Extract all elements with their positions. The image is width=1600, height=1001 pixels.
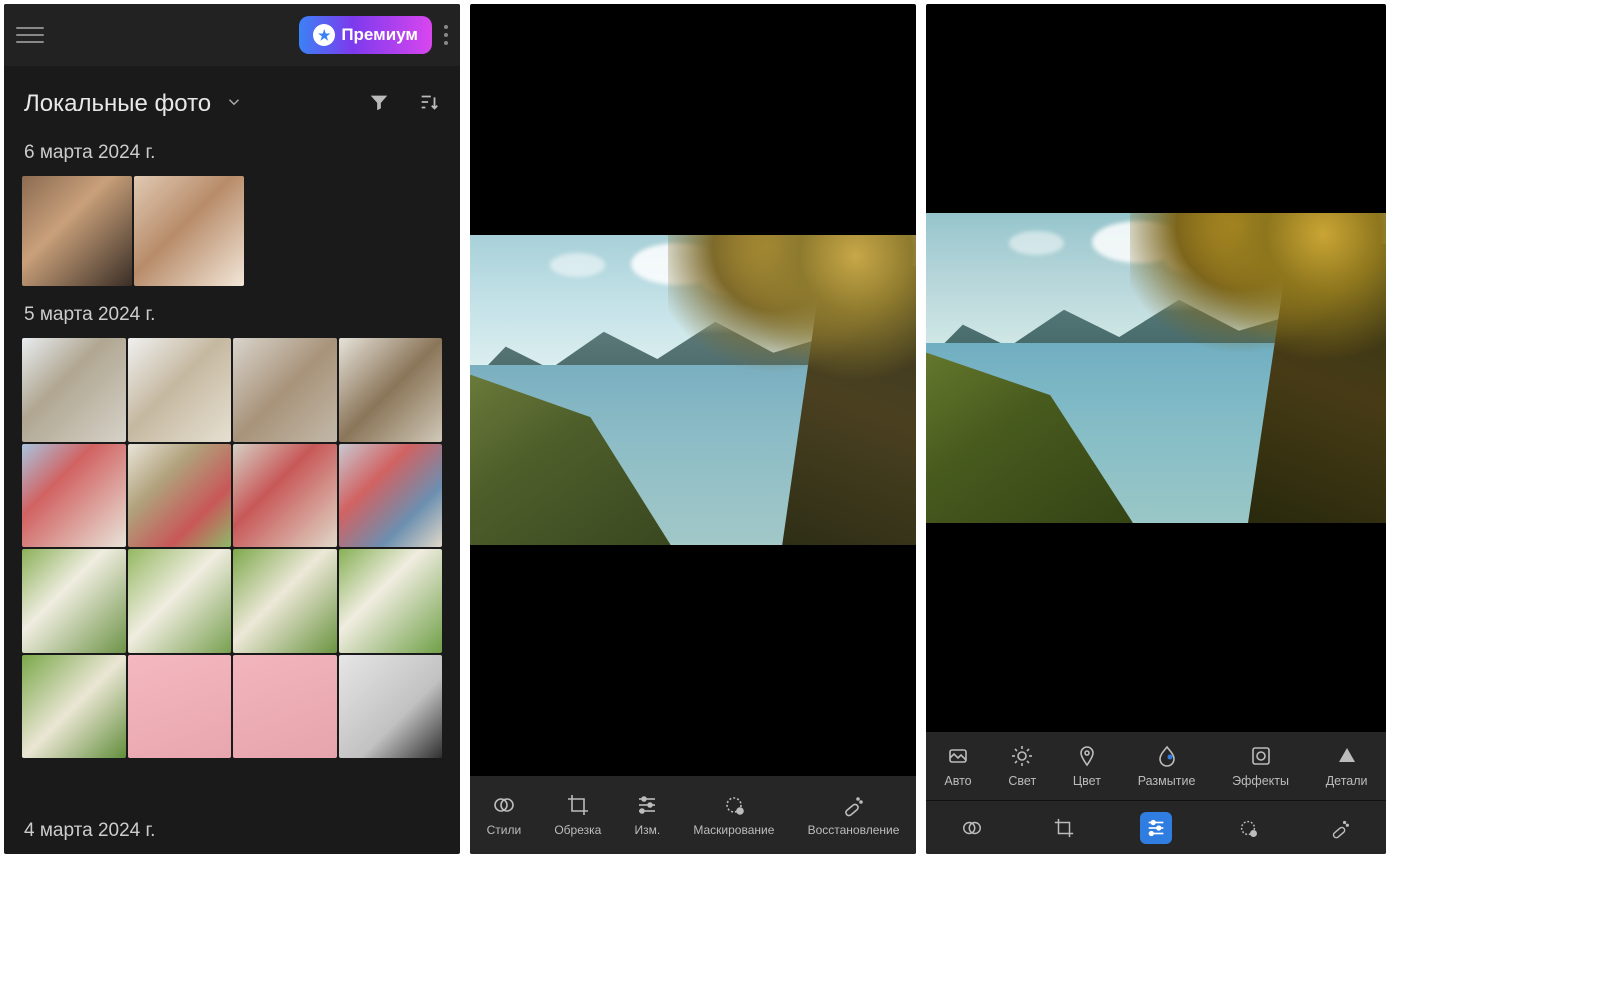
thumbnail[interactable] bbox=[128, 444, 232, 548]
subtool-healing[interactable] bbox=[1324, 812, 1356, 844]
menu-icon[interactable] bbox=[16, 21, 44, 49]
tab-detail[interactable]: Детали bbox=[1326, 744, 1368, 788]
tab-effects[interactable]: Эффекты bbox=[1232, 744, 1289, 788]
date-header: 6 марта 2024 г. bbox=[24, 142, 442, 164]
editor-canvas[interactable] bbox=[926, 4, 1386, 732]
subtool-crop[interactable] bbox=[1048, 812, 1080, 844]
thumbnail[interactable] bbox=[128, 655, 232, 759]
tool-healing[interactable]: Восстановление bbox=[808, 793, 900, 837]
editor-panel-adjust: Авто Свет Цвет Размытие Эффекты Детали bbox=[926, 4, 1386, 854]
tab-label: Эффекты bbox=[1232, 774, 1289, 788]
gallery-panel: ★ Премиум Локальные фото bbox=[4, 4, 460, 854]
tab-light[interactable]: Свет bbox=[1008, 744, 1036, 788]
tab-label: Детали bbox=[1326, 774, 1368, 788]
subtool-styles[interactable] bbox=[956, 812, 988, 844]
tab-label: Авто bbox=[944, 774, 971, 788]
tab-label: Цвет bbox=[1073, 774, 1101, 788]
editor-sub-toolbar bbox=[926, 800, 1386, 854]
editor-panel: Стили Обрезка Изм. Маскирование Восстано… bbox=[470, 4, 916, 854]
tool-label: Восстановление bbox=[808, 823, 900, 837]
thumbnail[interactable] bbox=[22, 655, 126, 759]
editor-toolbar: Стили Обрезка Изм. Маскирование Восстано… bbox=[470, 776, 916, 854]
album-title: Локальные фото bbox=[24, 90, 211, 118]
gallery-top-bar: ★ Премиум bbox=[4, 4, 460, 66]
thumbnail[interactable] bbox=[233, 549, 337, 653]
tool-adjust[interactable]: Изм. bbox=[634, 793, 660, 837]
filter-icon[interactable] bbox=[368, 91, 390, 118]
adjust-tabs: Авто Свет Цвет Размытие Эффекты Детали bbox=[926, 732, 1386, 800]
date-header: 5 марта 2024 г. bbox=[24, 304, 442, 326]
gallery-header: Локальные фото bbox=[4, 66, 460, 136]
premium-button[interactable]: ★ Премиум bbox=[299, 16, 432, 54]
gallery-scroll[interactable]: 6 марта 2024 г. 5 марта 2024 г. bbox=[4, 136, 460, 812]
thumbnail-grid bbox=[22, 338, 442, 758]
thumbnail-grid bbox=[22, 176, 442, 286]
thumbnail[interactable] bbox=[233, 338, 337, 442]
thumbnail[interactable] bbox=[22, 176, 132, 286]
sort-icon[interactable] bbox=[418, 91, 440, 118]
thumbnail[interactable] bbox=[128, 338, 232, 442]
gallery-header-tools bbox=[368, 91, 440, 118]
top-bar-actions: ★ Премиум bbox=[299, 16, 448, 54]
preview-image bbox=[926, 213, 1386, 523]
tab-color[interactable]: Цвет bbox=[1073, 744, 1101, 788]
thumbnail[interactable] bbox=[339, 338, 443, 442]
chevron-down-icon bbox=[225, 93, 243, 116]
tool-label: Изм. bbox=[634, 823, 660, 837]
thumbnail[interactable] bbox=[339, 444, 443, 548]
tab-auto[interactable]: Авто bbox=[944, 744, 971, 788]
thumbnail[interactable] bbox=[22, 549, 126, 653]
tab-label: Свет bbox=[1008, 774, 1036, 788]
date-header: 4 марта 2024 г. bbox=[4, 812, 460, 854]
editor-canvas[interactable] bbox=[470, 4, 916, 776]
tool-crop[interactable]: Обрезка bbox=[554, 793, 601, 837]
overflow-menu-icon[interactable] bbox=[444, 25, 448, 45]
tool-label: Маскирование bbox=[693, 823, 774, 837]
thumbnail[interactable] bbox=[134, 176, 244, 286]
thumbnail[interactable] bbox=[233, 655, 337, 759]
preview-image bbox=[470, 235, 916, 545]
tool-styles[interactable]: Стили bbox=[487, 793, 522, 837]
thumbnail[interactable] bbox=[339, 655, 443, 759]
thumbnail[interactable] bbox=[22, 444, 126, 548]
thumbnail[interactable] bbox=[233, 444, 337, 548]
tool-label: Стили bbox=[487, 823, 522, 837]
subtool-adjust[interactable] bbox=[1140, 812, 1172, 844]
tool-masking[interactable]: Маскирование bbox=[693, 793, 774, 837]
star-icon: ★ bbox=[313, 24, 335, 46]
tab-label: Размытие bbox=[1138, 774, 1196, 788]
thumbnail[interactable] bbox=[22, 338, 126, 442]
thumbnail[interactable] bbox=[339, 549, 443, 653]
tool-label: Обрезка bbox=[554, 823, 601, 837]
premium-label: Премиум bbox=[341, 25, 418, 45]
subtool-masking[interactable] bbox=[1232, 812, 1264, 844]
album-selector[interactable]: Локальные фото bbox=[24, 90, 243, 118]
thumbnail[interactable] bbox=[128, 549, 232, 653]
tab-blur[interactable]: Размытие bbox=[1138, 744, 1196, 788]
